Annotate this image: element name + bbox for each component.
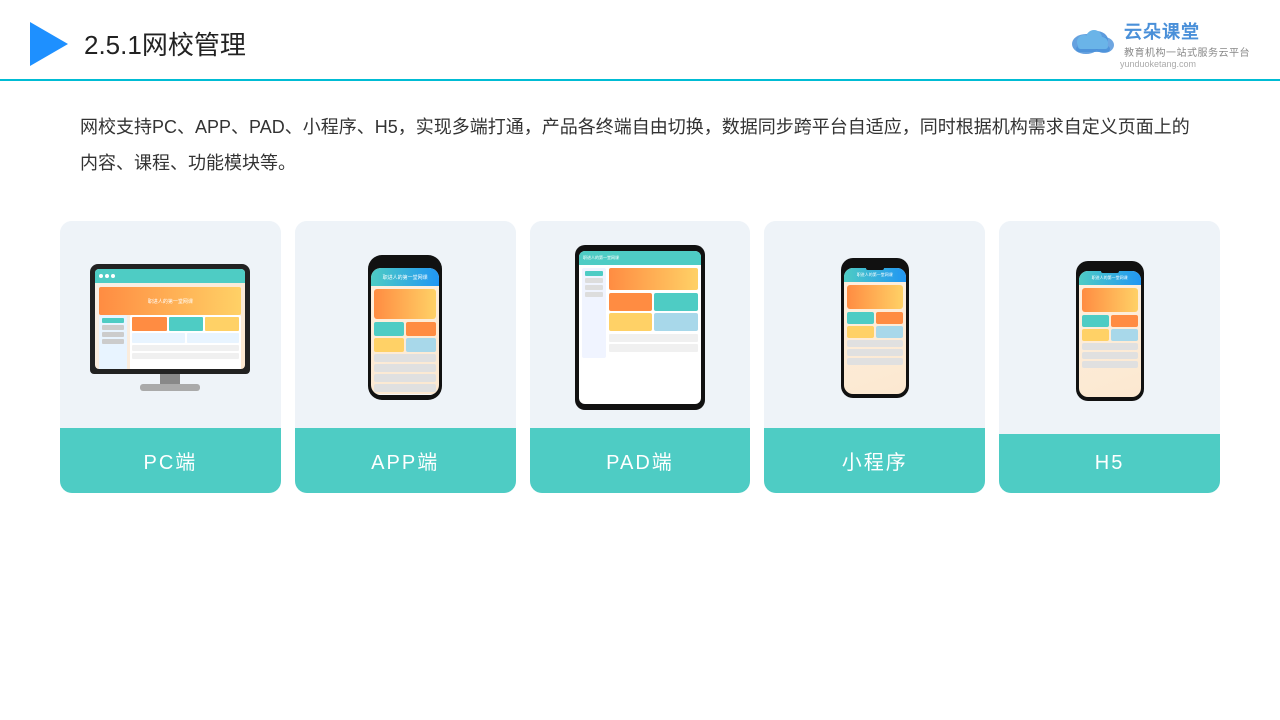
app-phone: 职进人的第一堂网课	[368, 255, 442, 400]
pc-label: PC端	[60, 428, 281, 493]
pad-row-2	[609, 344, 698, 352]
pad-card-4	[654, 313, 698, 331]
header: 2.5.1网校管理 云朵课堂 教育机构一站式服务云平台 yunduoketang…	[0, 0, 1280, 81]
pc-image-area: 职进人的第一堂网课	[60, 221, 281, 428]
app-phone-notch	[395, 260, 415, 265]
title-main: 网校管理	[142, 30, 246, 60]
cloud-icon	[1066, 20, 1118, 58]
app-image-area: 职进人的第一堂网课	[295, 221, 516, 428]
app-phone-content	[371, 286, 439, 395]
app-list-3	[374, 374, 436, 382]
monitor-screen: 职进人的第一堂网课	[95, 269, 245, 369]
app-list-2	[374, 364, 436, 372]
card-app: 职进人的第一堂网课	[295, 221, 516, 493]
pad-tablet: 职进人的第一堂网课	[575, 245, 705, 410]
pad-sidebar	[582, 268, 606, 358]
logo-area: 云朵课堂 教育机构一站式服务云平台 yunduoketang.com	[1066, 18, 1250, 69]
page-title: 2.5.1网校管理	[84, 25, 246, 62]
app-banner	[374, 289, 436, 319]
card-pc: 职进人的第一堂网课	[60, 221, 281, 493]
app-grid-2	[406, 322, 436, 336]
h5-label: H5	[999, 434, 1220, 493]
mini-screen: 职进人的第一堂网课	[844, 268, 906, 394]
app-screen-header: 职进人的第一堂网课	[371, 268, 439, 286]
logo-url: yunduoketang.com	[1120, 59, 1196, 69]
monitor-content: 职进人的第一堂网课	[95, 283, 245, 369]
ms-main	[130, 315, 241, 369]
title-prefix: 2.5.1	[84, 30, 142, 60]
app-list-1	[374, 354, 436, 362]
monitor-frame: 职进人的第一堂网课	[90, 264, 250, 374]
pad-row-1	[609, 334, 698, 342]
card-mini: 职进人的第一堂网课	[764, 221, 985, 493]
mini-notch	[866, 266, 884, 270]
h5-notch	[1101, 269, 1119, 273]
ms-banner: 职进人的第一堂网课	[99, 287, 241, 315]
dot1	[99, 274, 103, 278]
description-section: 网校支持PC、APP、PAD、小程序、H5，实现多端打通，产品各终端自由切换，数…	[0, 81, 1280, 191]
app-grid	[374, 322, 436, 352]
pad-card-1	[609, 293, 653, 311]
pad-screen: 职进人的第一堂网课	[579, 251, 701, 404]
logo-cloud: 云朵课堂 教育机构一站式服务云平台	[1066, 18, 1250, 59]
h5-phone: 职进人的第一堂网课	[1076, 261, 1144, 401]
pad-main	[609, 268, 698, 358]
description-text: 网校支持PC、APP、PAD、小程序、H5，实现多端打通，产品各终端自由切换，数…	[80, 109, 1200, 181]
h5-screen: 职进人的第一堂网课	[1079, 271, 1141, 397]
pc-monitor: 职进人的第一堂网课	[90, 264, 250, 391]
mini-label: 小程序	[764, 428, 985, 493]
pad-label: PAD端	[530, 428, 751, 493]
pad-content	[579, 265, 701, 361]
pad-card-3	[609, 313, 653, 331]
h5-phone-wrapper: 职进人的第一堂网课	[1076, 261, 1144, 401]
pad-card-2	[654, 293, 698, 311]
mini-phone: 职进人的第一堂网课	[841, 258, 909, 398]
app-label: APP端	[295, 428, 516, 493]
pad-cards	[609, 293, 698, 331]
pad-image-area: 职进人的第一堂网课	[530, 221, 751, 428]
app-list-4	[374, 384, 436, 392]
monitor-stand	[160, 374, 180, 384]
dot2	[105, 274, 109, 278]
pad-screen-header: 职进人的第一堂网课	[579, 251, 701, 265]
monitor-base	[140, 384, 200, 391]
pad-banner	[609, 268, 698, 290]
app-phone-wrapper: 职进人的第一堂网课	[368, 255, 442, 400]
mini-image-area: 职进人的第一堂网课	[764, 221, 985, 428]
ms-row	[99, 315, 241, 369]
dot3	[111, 274, 115, 278]
logo-brand: 云朵课堂 教育机构一站式服务云平台	[1124, 18, 1250, 59]
card-h5: 职进人的第一堂网课	[999, 221, 1220, 493]
card-pad: 职进人的第一堂网课	[530, 221, 751, 493]
play-icon	[30, 22, 68, 66]
cards-section: 职进人的第一堂网课	[0, 191, 1280, 493]
h5-image-area: 职进人的第一堂网课	[999, 221, 1220, 434]
app-phone-screen: 职进人的第一堂网课	[371, 268, 439, 395]
mini-phone-wrapper: 职进人的第一堂网课	[841, 258, 909, 398]
ms-sidebar	[99, 315, 127, 369]
monitor-screen-header	[95, 269, 245, 283]
header-left: 2.5.1网校管理	[30, 22, 246, 66]
app-grid-4	[406, 338, 436, 352]
app-grid-1	[374, 322, 404, 336]
app-grid-3	[374, 338, 404, 352]
